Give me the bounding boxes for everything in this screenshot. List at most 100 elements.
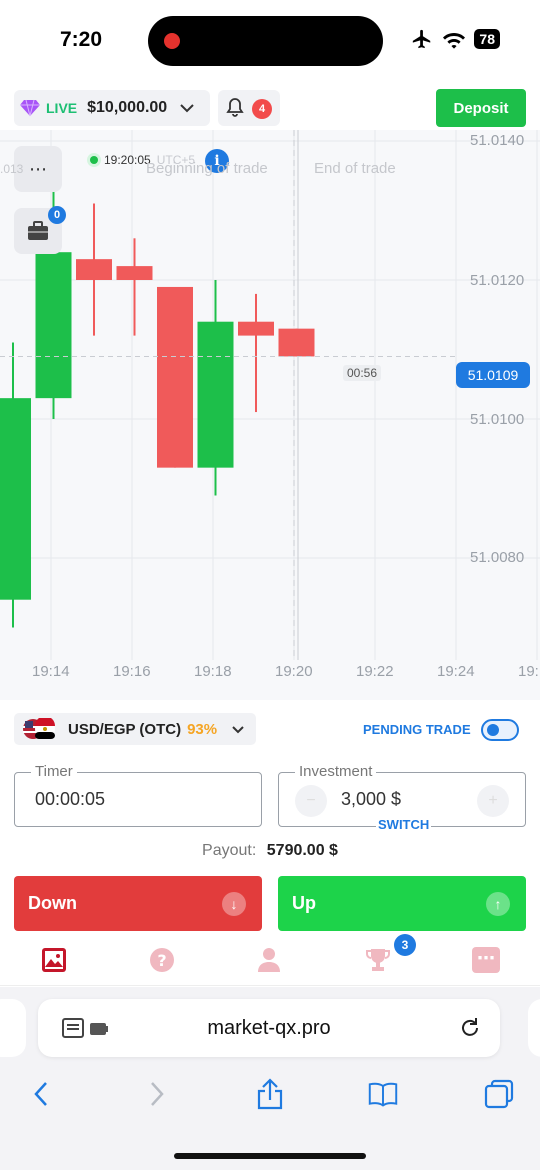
home-indicator (174, 1153, 366, 1159)
account-mode-label: LIVE (46, 100, 78, 116)
svg-text:?: ? (157, 951, 166, 970)
partial-price-label: .013 (0, 162, 24, 176)
candle-body (35, 252, 72, 399)
toggle-knob (487, 724, 499, 736)
nav-profile-button[interactable] (255, 946, 283, 974)
user-icon (258, 948, 280, 972)
notifications-button[interactable]: 4 (218, 90, 280, 126)
share-button[interactable] (255, 1078, 285, 1110)
decrease-investment-button[interactable]: − (295, 785, 327, 817)
y-tick-label: 51.0080 (470, 549, 525, 566)
candle-countdown: 00:56 (343, 365, 382, 381)
candle-body (116, 266, 153, 280)
investment-label: Investment (295, 763, 377, 780)
payout: Payout: 5790.00 $ (0, 842, 540, 860)
increase-investment-button[interactable]: + (477, 785, 509, 817)
nav-tournaments-button[interactable] (364, 946, 392, 974)
reload-icon[interactable] (458, 1016, 482, 1040)
candle-body (157, 286, 193, 468)
airplane-mode-icon (413, 29, 431, 49)
battery-icon: 78 (474, 29, 500, 49)
x-tick-label: 19: (518, 663, 539, 680)
nav-chart-button[interactable] (40, 946, 68, 974)
timer-field[interactable]: Timer 00:00:05 (14, 763, 262, 827)
pending-trade-label[interactable]: PENDING TRADE (363, 722, 471, 737)
timer-label: Timer (31, 763, 77, 780)
chevron-down-icon (232, 725, 244, 733)
briefcase-icon (28, 221, 48, 240)
bookmarks-button[interactable] (368, 1079, 398, 1109)
asset-payout-percent: 93% (187, 720, 218, 738)
more-dots-icon: ⋯ (472, 947, 500, 973)
notifications-badge: 4 (252, 99, 272, 119)
url-text: market-qx.pro (207, 1017, 331, 1039)
x-tick-label: 19:20 (275, 663, 313, 680)
y-tick-label: 51.0120 (470, 272, 525, 289)
tabs-icon (484, 1079, 514, 1109)
previous-tab[interactable] (0, 999, 26, 1057)
status-icons: 78 (410, 28, 500, 50)
arrow-up-icon: ↑ (486, 892, 510, 916)
bell-icon (226, 98, 244, 117)
trophy-icon (366, 949, 390, 971)
candle-body (197, 321, 234, 468)
status-time: 7:20 (60, 28, 103, 51)
browser-toolbar: market-qx.pro (0, 987, 540, 1170)
candle-body (0, 398, 31, 600)
up-button[interactable]: Up ↑ (278, 876, 526, 931)
wifi-icon (443, 33, 466, 49)
x-tick-label: 19:24 (437, 663, 475, 680)
timer-value: 00:00:05 (35, 789, 106, 809)
beginning-of-trade-label: Beginning of trade (146, 160, 268, 177)
x-tick-label: 19:14 (32, 663, 70, 680)
current-price-tag: 51.0109 (456, 362, 530, 388)
server-time-value: 19:20:05 (104, 153, 151, 167)
candle-body (238, 321, 274, 336)
price-chart[interactable] (0, 130, 540, 700)
tournaments-badge: 3 (394, 934, 416, 956)
candle-body (76, 259, 112, 280)
x-tick-label: 19:22 (356, 663, 394, 680)
account-selector[interactable]: LIVE $10,000.00 (14, 90, 210, 126)
portfolio-count-badge: 0 (48, 206, 66, 224)
switch-currency-button[interactable]: SWITCH (376, 817, 432, 832)
chevron-right-icon (151, 1082, 164, 1106)
next-tab[interactable] (528, 999, 540, 1057)
up-button-label: Up (292, 893, 316, 913)
chevron-down-icon (180, 104, 194, 113)
payout-value: 5790.00 $ (266, 842, 338, 859)
recording-dot-icon (164, 33, 180, 49)
server-status-dot (90, 156, 98, 164)
nav-more-button[interactable]: ⋯ (472, 946, 500, 974)
help-icon: ? (150, 948, 174, 972)
usd-egp-flags-icon (23, 718, 55, 739)
down-button[interactable]: Down ↓ (14, 876, 262, 931)
y-tick-label: 51.0100 (470, 411, 525, 428)
candle-body (278, 328, 315, 357)
end-of-trade-label: End of trade (314, 160, 396, 177)
back-button[interactable] (26, 1079, 56, 1109)
book-icon (368, 1082, 398, 1107)
pending-trade-toggle[interactable] (481, 719, 519, 741)
tabs-button[interactable] (484, 1079, 514, 1109)
y-tick-label: 51.0140 (470, 132, 525, 149)
more-dots-icon: ⋯ (29, 158, 47, 179)
x-tick-label: 19:16 (113, 663, 151, 680)
account-balance: $10,000.00 (87, 99, 168, 116)
nav-help-button[interactable]: ? (148, 946, 176, 974)
asset-selector[interactable]: USD/EGP (OTC) 93% (14, 713, 256, 745)
asset-name: USD/EGP (OTC) (68, 720, 182, 738)
dynamic-island (148, 16, 383, 66)
x-tick-label: 19:18 (194, 663, 232, 680)
share-icon (257, 1078, 283, 1110)
app-header: LIVE $10,000.00 4 Deposit (0, 84, 540, 130)
investment-value: 3,000 $ (341, 789, 402, 809)
chevron-left-icon (34, 1082, 47, 1106)
address-bar[interactable]: market-qx.pro (38, 999, 500, 1057)
deposit-button[interactable]: Deposit (436, 89, 526, 127)
diamond-icon (20, 99, 40, 117)
forward-button[interactable] (142, 1079, 172, 1109)
chart-canvas (0, 130, 540, 660)
arrow-down-icon: ↓ (222, 892, 246, 916)
down-button-label: Down (28, 893, 77, 913)
